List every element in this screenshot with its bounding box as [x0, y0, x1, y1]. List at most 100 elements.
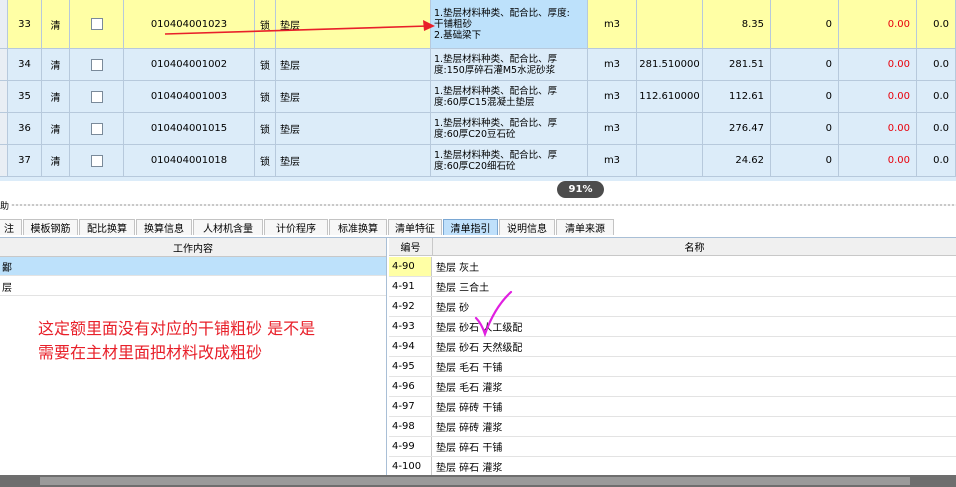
row-gutter[interactable]: [0, 49, 8, 81]
quota-row[interactable]: 4-97 垫层 碎砖 干铺: [389, 397, 956, 417]
quota-row[interactable]: 4-96 垫层 毛石 灌浆: [389, 377, 956, 397]
row-gutter[interactable]: [0, 0, 8, 49]
lock-flag[interactable]: 锁: [255, 49, 276, 81]
item-price[interactable]: 0.00: [839, 145, 917, 177]
quota-row[interactable]: 4-90 垫层 灰土: [389, 257, 956, 277]
row-gutter[interactable]: [0, 113, 8, 145]
row-number[interactable]: 36: [8, 113, 42, 145]
row-type[interactable]: 清: [42, 145, 70, 177]
quota-code[interactable]: 4-95: [389, 357, 432, 376]
zoom-badge[interactable]: 91%: [557, 181, 604, 198]
quota-name[interactable]: 垫层 碎石 干铺: [433, 437, 502, 456]
item-extra[interactable]: 0.0: [917, 0, 956, 49]
quota-row[interactable]: 4-95 垫层 毛石 干铺: [389, 357, 956, 377]
quota-row[interactable]: 4-94 垫层 砂石 天然级配: [389, 337, 956, 357]
row-type[interactable]: 清: [42, 81, 70, 113]
item-price[interactable]: 0.00: [839, 0, 917, 49]
quota-name[interactable]: 垫层 毛石 干铺: [433, 357, 502, 376]
tab-5[interactable]: 计价程序: [264, 219, 328, 235]
bill-row[interactable]: 36 清 010404001015 锁垫层 1.垫层材料种类、配合比、厚 度:60厚C20…: [0, 113, 956, 145]
row-checkbox[interactable]: [70, 0, 124, 49]
item-price[interactable]: 0.00: [839, 49, 917, 81]
lock-flag[interactable]: 锁: [255, 113, 276, 145]
quota-name[interactable]: 垫层 毛石 灌浆: [433, 377, 502, 396]
bill-row[interactable]: 35 清 010404001003 锁垫层 1.垫层材料种类、配合比、厚 度:60厚C15…: [0, 81, 956, 113]
quota-name[interactable]: 垫层 砂石 人工级配: [433, 317, 522, 336]
item-name[interactable]: 垫层: [276, 113, 431, 145]
item-description[interactable]: 1.垫层材料种类、配合比、厚 度:150厚碎石灌M5水泥砂浆: [431, 49, 588, 81]
quota-row[interactable]: 4-99 垫层 碎石 干铺: [389, 437, 956, 457]
tab-7[interactable]: 清单特征: [388, 219, 442, 235]
item-code[interactable]: 010404001018: [124, 145, 255, 177]
row-checkbox[interactable]: [70, 81, 124, 113]
item-extra[interactable]: 0.0: [917, 81, 956, 113]
tab-2[interactable]: 配比换算: [79, 219, 135, 235]
quota-row[interactable]: 4-98 垫层 碎砖 灌浆: [389, 417, 956, 437]
item-description[interactable]: 1.垫层材料种类、配合比、厚 度:60厚C20细石砼: [431, 145, 588, 177]
item-unit[interactable]: m3: [588, 49, 637, 81]
work-content-item[interactable]: 层: [0, 277, 386, 296]
tab-9[interactable]: 说明信息: [499, 219, 555, 235]
item-quantity-expr[interactable]: 112.610000: [637, 81, 703, 113]
item-quantity[interactable]: 281.51: [703, 49, 771, 81]
item-name[interactable]: 垫层: [276, 81, 431, 113]
checkbox[interactable]: [90, 18, 103, 30]
bill-row[interactable]: 33 清 010404001023 锁垫层 1.垫层材料种类、配合比、厚度: 干铺粗砂 2.…: [0, 0, 956, 49]
horizontal-scrollbar[interactable]: [0, 475, 956, 487]
row-number[interactable]: 33: [8, 0, 42, 49]
quota-code[interactable]: 4-96: [389, 377, 432, 396]
quota-name[interactable]: 垫层 碎砖 灌浆: [433, 417, 502, 436]
quota-row[interactable]: 4-93 垫层 砂石 人工级配: [389, 317, 956, 337]
quota-row[interactable]: 4-92 垫层 砂: [389, 297, 956, 317]
row-number[interactable]: 35: [8, 81, 42, 113]
quota-code[interactable]: 4-98: [389, 417, 432, 436]
quota-code[interactable]: 4-91: [389, 277, 432, 296]
row-checkbox[interactable]: [70, 113, 124, 145]
item-code[interactable]: 010404001002: [124, 49, 255, 81]
row-type[interactable]: 清: [42, 49, 70, 81]
tab-1[interactable]: 模板钢筋: [23, 219, 78, 235]
quota-row[interactable]: 4-100 垫层 碎石 灌浆: [389, 457, 956, 477]
bill-row[interactable]: 34 清 010404001002 锁垫层 1.垫层材料种类、配合比、厚 度:150厚碎石…: [0, 49, 956, 81]
tab-0[interactable]: 注: [0, 219, 22, 235]
item-quantity[interactable]: 276.47: [703, 113, 771, 145]
item-value[interactable]: 0: [771, 113, 839, 145]
tab-6[interactable]: 标准换算: [329, 219, 387, 235]
item-quantity-expr[interactable]: [637, 145, 703, 177]
quota-name[interactable]: 垫层 碎砖 干铺: [433, 397, 502, 416]
work-content-item[interactable]: 鄙: [0, 257, 386, 276]
quota-name[interactable]: 垫层 碎石 灌浆: [433, 457, 502, 476]
scrollbar-thumb[interactable]: [40, 477, 910, 485]
lock-flag[interactable]: 锁: [255, 145, 276, 177]
item-unit[interactable]: m3: [588, 81, 637, 113]
item-description[interactable]: 1.垫层材料种类、配合比、厚度: 干铺粗砂 2.基础梁下: [431, 0, 588, 49]
quota-row[interactable]: 4-91 垫层 三合土: [389, 277, 956, 297]
item-quantity-expr[interactable]: [637, 113, 703, 145]
row-number[interactable]: 34: [8, 49, 42, 81]
item-quantity[interactable]: 8.35: [703, 0, 771, 49]
checkbox[interactable]: [90, 154, 103, 167]
checkbox[interactable]: [90, 122, 103, 135]
quota-name[interactable]: 垫层 三合土: [433, 277, 489, 296]
item-quantity[interactable]: 112.61: [703, 81, 771, 113]
tab-3[interactable]: 换算信息: [136, 219, 192, 235]
item-unit[interactable]: m3: [588, 145, 637, 177]
quota-code[interactable]: 4-99: [389, 437, 432, 456]
lock-flag[interactable]: 锁: [255, 81, 276, 113]
quota-code[interactable]: 4-97: [389, 397, 432, 416]
item-extra[interactable]: 0.0: [917, 145, 956, 177]
item-price[interactable]: 0.00: [839, 113, 917, 145]
row-checkbox[interactable]: [70, 145, 124, 177]
quota-name[interactable]: 垫层 砂石 天然级配: [433, 337, 522, 356]
item-value[interactable]: 0: [771, 145, 839, 177]
item-name[interactable]: 垫层: [276, 49, 431, 81]
item-code[interactable]: 010404001003: [124, 81, 255, 113]
item-name[interactable]: 垫层: [276, 0, 431, 49]
item-value[interactable]: 0: [771, 49, 839, 81]
panel-splitter[interactable]: 助: [0, 198, 956, 212]
item-value[interactable]: 0: [771, 81, 839, 113]
item-price[interactable]: 0.00: [839, 81, 917, 113]
quota-code[interactable]: 4-100: [389, 457, 432, 476]
quota-name[interactable]: 垫层 砂: [433, 297, 469, 316]
row-gutter[interactable]: [0, 145, 8, 177]
